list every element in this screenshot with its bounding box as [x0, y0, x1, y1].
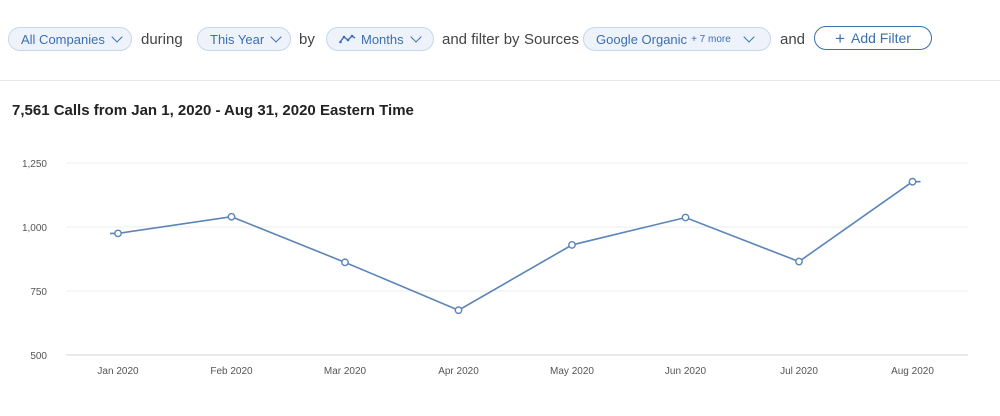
- source-label: Google Organic: [596, 31, 688, 47]
- x-tick-label: May 2020: [550, 366, 594, 377]
- interval-label: Months: [361, 31, 404, 47]
- x-tick-label: Jul 2020: [780, 366, 818, 377]
- chevron-down-icon: [270, 31, 282, 43]
- x-tick-label: Mar 2020: [324, 366, 367, 377]
- and-text: and: [780, 31, 806, 48]
- x-tick-label: Jun 2020: [665, 366, 707, 377]
- data-point[interactable]: [795, 257, 803, 266]
- sources-label: Sources: [524, 31, 580, 48]
- companies-dropdown[interactable]: All Companies: [8, 27, 132, 51]
- x-tick-label: Feb 2020: [210, 366, 253, 377]
- chart-title: 7,561 Calls from Jan 1, 2020 - Aug 31, 2…: [12, 102, 414, 119]
- x-tick-label: Aug 2020: [891, 366, 934, 377]
- chevron-down-icon: [111, 31, 123, 43]
- x-tick-label: Jan 2020: [97, 366, 139, 377]
- period-label: This Year: [210, 31, 265, 47]
- data-point[interactable]: [341, 258, 349, 267]
- line-chart: 500 750 1,000 1,250 Jan 2020 Feb 2020 Mar 202…: [22, 159, 968, 377]
- y-tick-label: 1,000: [22, 223, 47, 234]
- chevron-down-icon: [409, 31, 422, 43]
- add-filter-label: Add Filter: [851, 30, 911, 46]
- data-point[interactable]: [908, 177, 917, 186]
- data-point[interactable]: [227, 212, 236, 221]
- source-more-count: + 7 more: [691, 33, 731, 45]
- data-point[interactable]: [114, 229, 122, 238]
- filter-by-text: and filter by: [442, 31, 520, 48]
- companies-label: All Companies: [21, 31, 105, 47]
- add-filter-button[interactable]: + Add Filter: [814, 26, 932, 50]
- period-dropdown[interactable]: This Year: [197, 27, 291, 51]
- x-tick-label: Apr 2020: [438, 366, 479, 377]
- plus-icon: +: [835, 28, 845, 48]
- data-point[interactable]: [454, 306, 463, 315]
- during-text: during: [141, 31, 183, 48]
- y-tick-label: 750: [30, 287, 47, 298]
- data-point[interactable]: [681, 213, 690, 222]
- data-point[interactable]: [568, 241, 576, 249]
- source-dropdown[interactable]: Google Organic + 7 more: [583, 27, 771, 51]
- y-tick-label: 500: [30, 351, 47, 362]
- y-tick-label: 1,250: [22, 159, 47, 170]
- interval-dropdown[interactable]: Months: [326, 27, 434, 51]
- line-chart-icon: [339, 34, 356, 44]
- filter-bar: All Companies during This Year by Months…: [0, 0, 1000, 80]
- chevron-down-icon: [743, 31, 755, 43]
- by-text: by: [299, 31, 315, 48]
- divider: [0, 80, 1000, 81]
